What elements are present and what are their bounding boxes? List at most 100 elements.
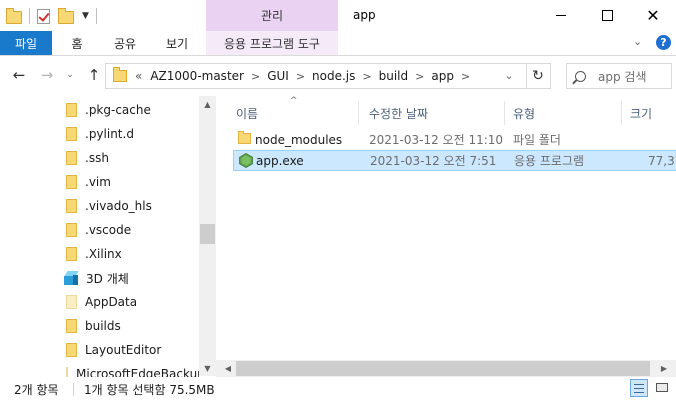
- title-bar: ▼ 관리 app ✕: [0, 0, 676, 31]
- manage-context-tab-header[interactable]: 관리: [206, 0, 338, 31]
- folder-icon: [66, 343, 77, 357]
- ribbon-tab-bar: 파일 홈 공유 보기 응용 프로그램 도구 ⌄ ?: [0, 31, 676, 56]
- tree-item-label: .pkg-cache: [85, 103, 151, 117]
- tab-file[interactable]: 파일: [0, 31, 52, 55]
- tab-home[interactable]: 홈: [60, 31, 94, 55]
- folder-icon: [66, 103, 77, 117]
- tree-item-label: .Xilinx: [85, 247, 122, 261]
- search-input[interactable]: app 검색: [566, 63, 672, 89]
- forward-arrow-icon[interactable]: →: [37, 65, 57, 85]
- file-list: ^ 이름 수정한 날짜 유형 크기 node_modules 2021-03-1…: [216, 96, 676, 376]
- folder-icon: [66, 247, 77, 261]
- column-divider[interactable]: [358, 101, 359, 125]
- search-placeholder: app 검색: [598, 69, 647, 84]
- folder-icon: [66, 151, 77, 165]
- large-icons-view-icon[interactable]: [653, 379, 671, 397]
- tree-item[interactable]: AppData: [0, 290, 200, 314]
- file-size: 77,37: [648, 153, 676, 168]
- details-view-icon[interactable]: [630, 379, 648, 397]
- scrollbar-thumb[interactable]: [236, 361, 650, 376]
- toolbar-divider: [95, 8, 97, 24]
- minimize-icon: [556, 15, 566, 16]
- breadcrumb-chevron-icon[interactable]: >: [461, 70, 470, 83]
- item-count: 2개 항목: [14, 383, 59, 397]
- scroll-down-arrow-icon[interactable]: ▼: [199, 360, 216, 376]
- file-type: 파일 폴더: [513, 133, 561, 147]
- minimize-button[interactable]: [538, 0, 584, 31]
- breadcrumb-overflow[interactable]: «: [135, 69, 142, 83]
- folder-icon: [113, 67, 127, 82]
- close-button[interactable]: ✕: [630, 0, 676, 31]
- tree-item[interactable]: 3D 개체: [0, 266, 200, 290]
- tree-item-label: .ssh: [85, 151, 109, 165]
- breadcrumb-item[interactable]: node.js: [312, 69, 355, 83]
- breadcrumb-item[interactable]: AZ1000-master: [150, 69, 244, 83]
- status-divider: [73, 383, 74, 396]
- file-type: 응용 프로그램: [514, 154, 585, 168]
- tree-item-label: .pylint.d: [85, 127, 134, 141]
- column-header-type[interactable]: 유형: [513, 101, 623, 125]
- up-arrow-icon[interactable]: ↑: [84, 65, 104, 85]
- tree-item-label: AppData: [85, 295, 138, 309]
- file-row-selected[interactable]: app.exe 2021-03-12 오전 7:51 응용 프로그램 77,37: [233, 150, 676, 171]
- tree-item[interactable]: LayoutEditor: [0, 338, 200, 362]
- breadcrumb-chevron-icon[interactable]: >: [415, 70, 424, 83]
- back-arrow-icon[interactable]: ←: [9, 65, 29, 85]
- tree-item[interactable]: .vim: [0, 170, 200, 194]
- file-date-modified: 2021-03-12 오전 11:10: [369, 133, 504, 147]
- scroll-left-arrow-icon[interactable]: ◀: [221, 360, 235, 377]
- scroll-up-arrow-icon[interactable]: ▲: [199, 96, 216, 112]
- tree-item[interactable]: .vscode: [0, 218, 200, 242]
- tab-view[interactable]: 보기: [156, 31, 198, 55]
- folder-icon: [66, 295, 77, 309]
- selection-info: 1개 항목 선택함 75.5MB: [84, 383, 215, 397]
- column-header-name[interactable]: 이름: [236, 101, 358, 125]
- tree-item[interactable]: .pkg-cache: [0, 98, 200, 122]
- file-date-modified: 2021-03-12 오전 7:51: [370, 154, 497, 168]
- folder-icon: [66, 319, 77, 333]
- customize-toolbar-chevron-icon[interactable]: ▼: [82, 11, 89, 21]
- tree-item[interactable]: .ssh: [0, 146, 200, 170]
- tree-item[interactable]: .Xilinx: [0, 242, 200, 266]
- properties-icon[interactable]: [37, 8, 50, 24]
- expand-ribbon-chevron-icon[interactable]: ⌄: [633, 35, 642, 48]
- status-bar: 2개 항목 1개 항목 선택함 75.5MB: [0, 377, 676, 401]
- breadcrumb-item[interactable]: app: [431, 69, 454, 83]
- breadcrumb-chevron-icon[interactable]: >: [362, 70, 371, 83]
- column-divider[interactable]: [621, 101, 622, 125]
- scrollbar-thumb[interactable]: [200, 224, 215, 244]
- breadcrumb-item[interactable]: GUI: [267, 69, 289, 83]
- column-header-date-modified[interactable]: 수정한 날짜: [369, 101, 505, 125]
- window-title: app: [353, 8, 376, 22]
- new-folder-icon[interactable]: [58, 8, 74, 24]
- refresh-icon[interactable]: ↻: [526, 63, 551, 89]
- toolbar-divider: [29, 8, 30, 24]
- tree-item[interactable]: .vivado_hls: [0, 194, 200, 218]
- breadcrumb-chevron-icon[interactable]: >: [251, 70, 260, 83]
- address-dropdown-chevron-icon[interactable]: ⌄: [501, 63, 517, 87]
- folder-icon[interactable]: [6, 8, 22, 24]
- file-name: app.exe: [256, 153, 304, 168]
- tree-item-label: .vscode: [85, 223, 132, 237]
- navigation-bar: ← → ⌄ ↑ « AZ1000-master > GUI > node.js …: [0, 56, 676, 96]
- maximize-button[interactable]: [584, 0, 630, 31]
- help-icon[interactable]: ?: [656, 35, 671, 50]
- tab-application-tools[interactable]: 응용 프로그램 도구: [206, 31, 338, 55]
- breadcrumb-chevron-icon[interactable]: >: [296, 70, 305, 83]
- column-header-size[interactable]: 크기: [630, 101, 676, 125]
- address-bar[interactable]: « AZ1000-master > GUI > node.js > build …: [105, 63, 527, 89]
- folder-icon: [238, 131, 251, 144]
- tab-share[interactable]: 공유: [104, 31, 146, 55]
- column-divider[interactable]: [504, 101, 505, 125]
- folder-icon: [66, 223, 77, 237]
- folder-icon: [66, 127, 77, 141]
- nodejs-exe-icon: [239, 153, 253, 168]
- tree-item-label: .vim: [85, 175, 111, 189]
- tree-item[interactable]: builds: [0, 314, 200, 338]
- scroll-right-arrow-icon[interactable]: ▶: [657, 360, 671, 377]
- tree-item[interactable]: .pylint.d: [0, 122, 200, 146]
- file-name: node_modules: [255, 132, 343, 147]
- recent-locations-chevron-icon[interactable]: ⌄: [63, 65, 77, 85]
- file-row[interactable]: node_modules 2021-03-12 오전 11:10 파일 폴더: [233, 129, 676, 150]
- breadcrumb-item[interactable]: build: [379, 69, 409, 83]
